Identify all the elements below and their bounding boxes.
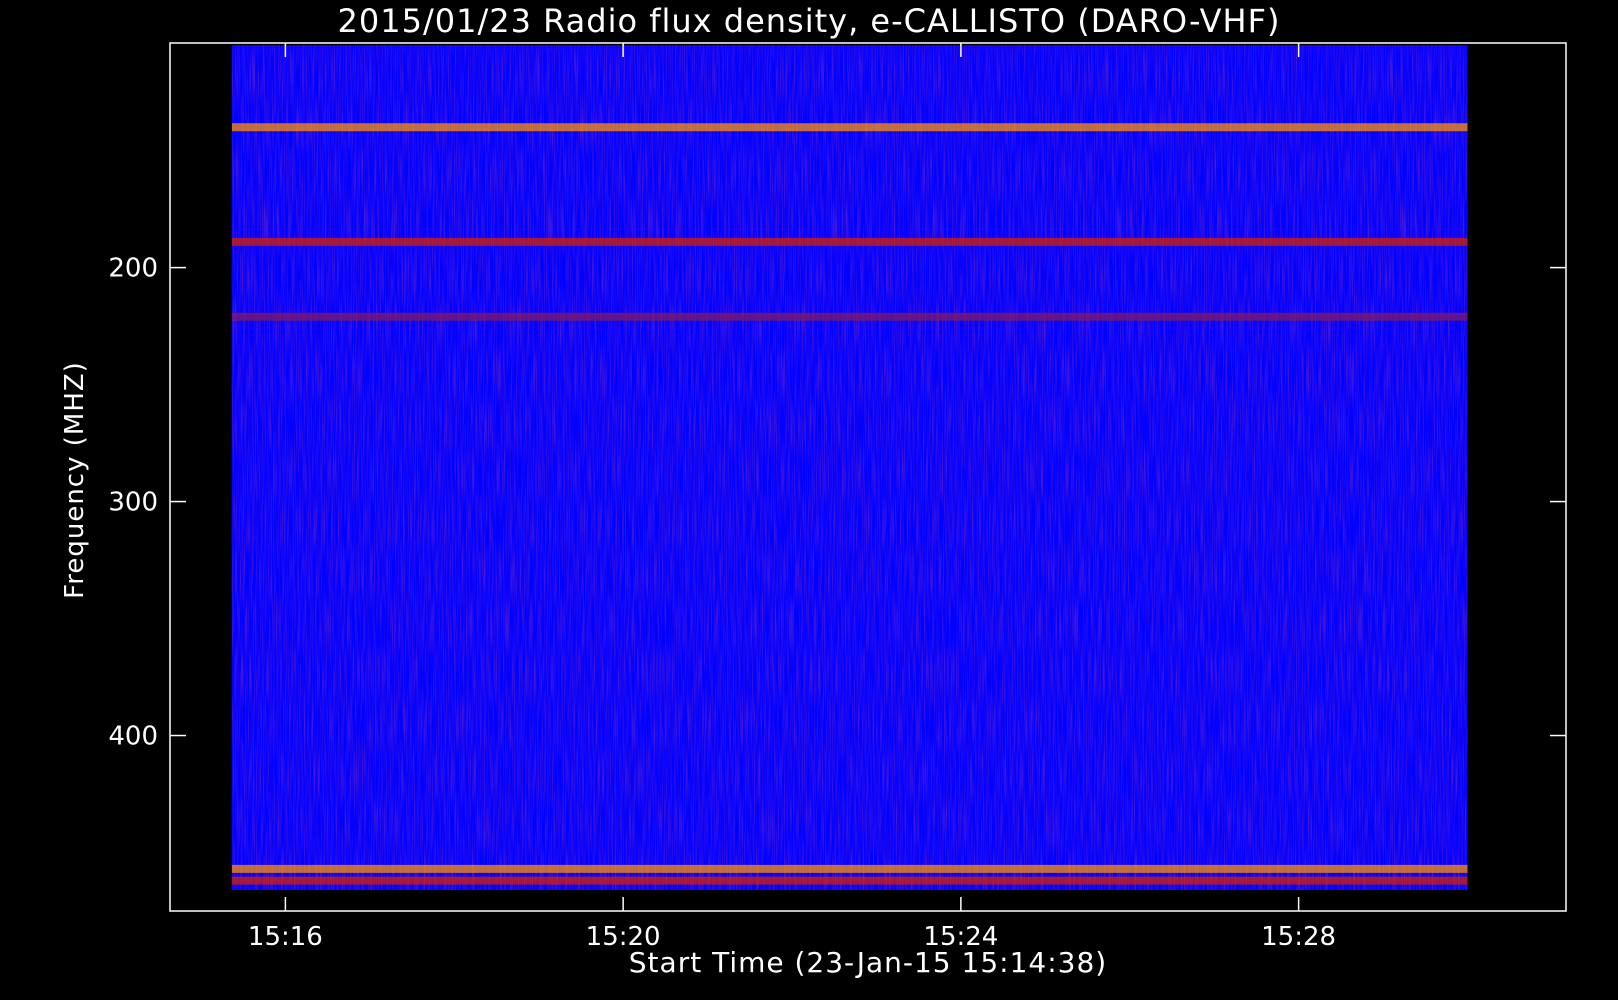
band-4 <box>231 876 1468 885</box>
chart-title: 2015/01/23 Radio flux density, e-CALLIST… <box>337 2 1281 40</box>
heatmap-area <box>231 45 1468 890</box>
y-tick-label: 400 <box>108 722 158 752</box>
y-tick-label: 300 <box>108 488 158 518</box>
spectrogram-chart: 15:16 15:20 15:24 15:28200300400 <box>0 0 1618 1000</box>
y-axis-label: Frequency (MHZ) <box>60 361 90 599</box>
band-3 <box>231 864 1468 873</box>
band-2 <box>231 312 1468 321</box>
x-axis-label: Start Time (23-Jan-15 15:14:38) <box>628 946 1108 979</box>
y-tick-label: 200 <box>108 254 158 284</box>
spectrogram-noise <box>231 45 1468 890</box>
band-1 <box>231 237 1468 246</box>
band-0 <box>231 123 1468 132</box>
